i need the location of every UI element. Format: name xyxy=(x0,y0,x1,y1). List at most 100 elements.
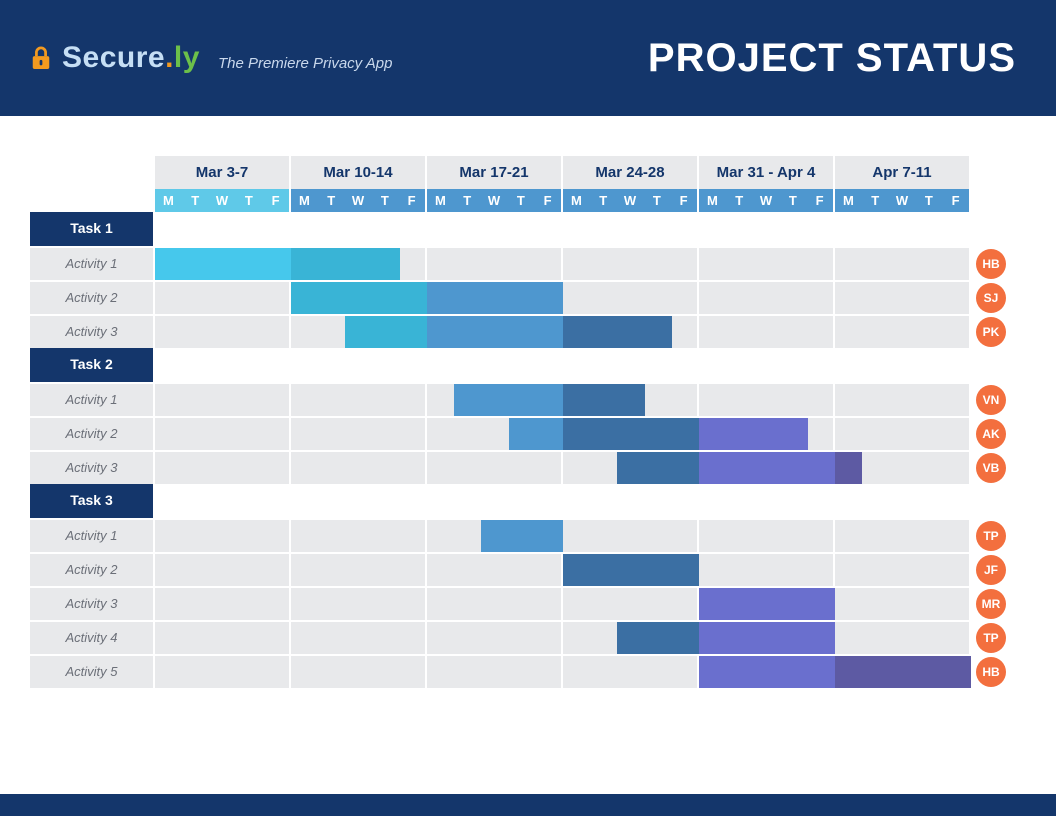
bar-track xyxy=(699,654,835,688)
logo: Secure.ly xyxy=(30,41,200,75)
assignee-avatar: SJ xyxy=(976,283,1006,313)
gantt-bar-segment xyxy=(481,520,563,552)
day-letter: F xyxy=(534,193,561,208)
day-letter: M xyxy=(291,193,318,208)
activity-label: Activity 1 xyxy=(30,382,155,416)
assignee-cell: VN xyxy=(971,382,1011,416)
task-group-spacer-end xyxy=(971,348,1011,382)
activity-label: Activity 4 xyxy=(30,620,155,654)
gantt-bar-segment xyxy=(699,418,808,450)
day-letter: M xyxy=(835,193,862,208)
day-letter: F xyxy=(670,193,697,208)
activity-label: Activity 1 xyxy=(30,518,155,552)
task-group-spacer xyxy=(155,212,291,246)
day-letter: T xyxy=(371,193,398,208)
day-letter: F xyxy=(942,193,969,208)
lock-icon xyxy=(30,45,52,71)
bar-track xyxy=(155,620,291,654)
bar-track xyxy=(563,654,699,688)
day-letter: W xyxy=(209,193,236,208)
day-letter: W xyxy=(753,193,780,208)
gantt-bar-segment xyxy=(617,622,699,654)
day-header: MTWTF xyxy=(427,189,563,212)
gantt-bar-segment xyxy=(699,656,835,688)
corner-spacer-2 xyxy=(30,189,155,212)
gantt-bar-segment xyxy=(563,554,699,586)
bar-track xyxy=(155,382,291,416)
task-group-spacer xyxy=(563,348,699,382)
bar-track xyxy=(155,314,291,348)
bar-track xyxy=(291,654,427,688)
task-group-spacer xyxy=(291,484,427,518)
week-header: Mar 3-7 xyxy=(155,156,291,189)
bar-track xyxy=(427,654,563,688)
logo-text: Secure.ly xyxy=(62,41,200,75)
day-letter: F xyxy=(262,193,289,208)
task-group-spacer xyxy=(427,484,563,518)
footer-bar xyxy=(0,794,1056,816)
task-group-spacer xyxy=(835,212,971,246)
assignee-avatar: AK xyxy=(976,419,1006,449)
bar-track xyxy=(563,450,699,484)
bar-track xyxy=(699,314,835,348)
activity-label: Activity 2 xyxy=(30,280,155,314)
bar-track xyxy=(427,552,563,586)
gantt-bar-segment xyxy=(509,418,563,450)
bar-track xyxy=(427,518,563,552)
bar-track xyxy=(835,586,971,620)
bar-track xyxy=(563,314,699,348)
task-group-header: Task 1 xyxy=(30,212,155,246)
gantt-bar-segment xyxy=(427,282,563,314)
bar-track xyxy=(563,382,699,416)
bar-track xyxy=(427,314,563,348)
task-group-spacer xyxy=(291,348,427,382)
gantt-bar-segment xyxy=(291,282,427,314)
bar-track xyxy=(427,416,563,450)
bar-track xyxy=(563,416,699,450)
bar-track xyxy=(155,654,291,688)
gantt-bar-segment xyxy=(835,656,971,688)
bar-track xyxy=(699,280,835,314)
gantt-bar-segment xyxy=(699,588,835,620)
day-letter: M xyxy=(427,193,454,208)
bar-track xyxy=(427,586,563,620)
bar-track xyxy=(291,450,427,484)
task-group-spacer xyxy=(699,212,835,246)
assignee-avatar: PK xyxy=(976,317,1006,347)
assignee-avatar: HB xyxy=(976,249,1006,279)
task-group-spacer xyxy=(835,348,971,382)
bar-track xyxy=(291,314,427,348)
assignee-cell: AK xyxy=(971,416,1011,450)
task-group-spacer xyxy=(155,348,291,382)
day-letter: T xyxy=(643,193,670,208)
day-letter: F xyxy=(806,193,833,208)
gantt-bar-segment xyxy=(563,316,672,348)
gantt-bar-segment xyxy=(291,248,400,280)
activity-label: Activity 3 xyxy=(30,450,155,484)
bar-track xyxy=(155,518,291,552)
gantt-bar-segment xyxy=(155,248,291,280)
gantt-bar-segment xyxy=(345,316,427,348)
brand-block: Secure.ly The Premiere Privacy App xyxy=(30,41,392,75)
activity-label: Activity 5 xyxy=(30,654,155,688)
week-header: Apr 7-11 xyxy=(835,156,971,189)
assignee-cell: JF xyxy=(971,552,1011,586)
task-group-spacer-end xyxy=(971,212,1011,246)
bar-track xyxy=(699,450,835,484)
bar-track xyxy=(563,586,699,620)
assignee-avatar: HB xyxy=(976,657,1006,687)
bar-track xyxy=(291,382,427,416)
day-letter: W xyxy=(889,193,916,208)
task-group-spacer xyxy=(563,484,699,518)
task-group-spacer xyxy=(427,348,563,382)
day-letter: T xyxy=(507,193,534,208)
bar-track xyxy=(155,416,291,450)
day-letter: M xyxy=(699,193,726,208)
bar-track xyxy=(835,654,971,688)
bar-track xyxy=(699,416,835,450)
bar-track xyxy=(291,552,427,586)
task-group-spacer-end xyxy=(971,484,1011,518)
gantt-bar-segment xyxy=(563,384,645,416)
day-letter: T xyxy=(779,193,806,208)
bar-track xyxy=(835,314,971,348)
